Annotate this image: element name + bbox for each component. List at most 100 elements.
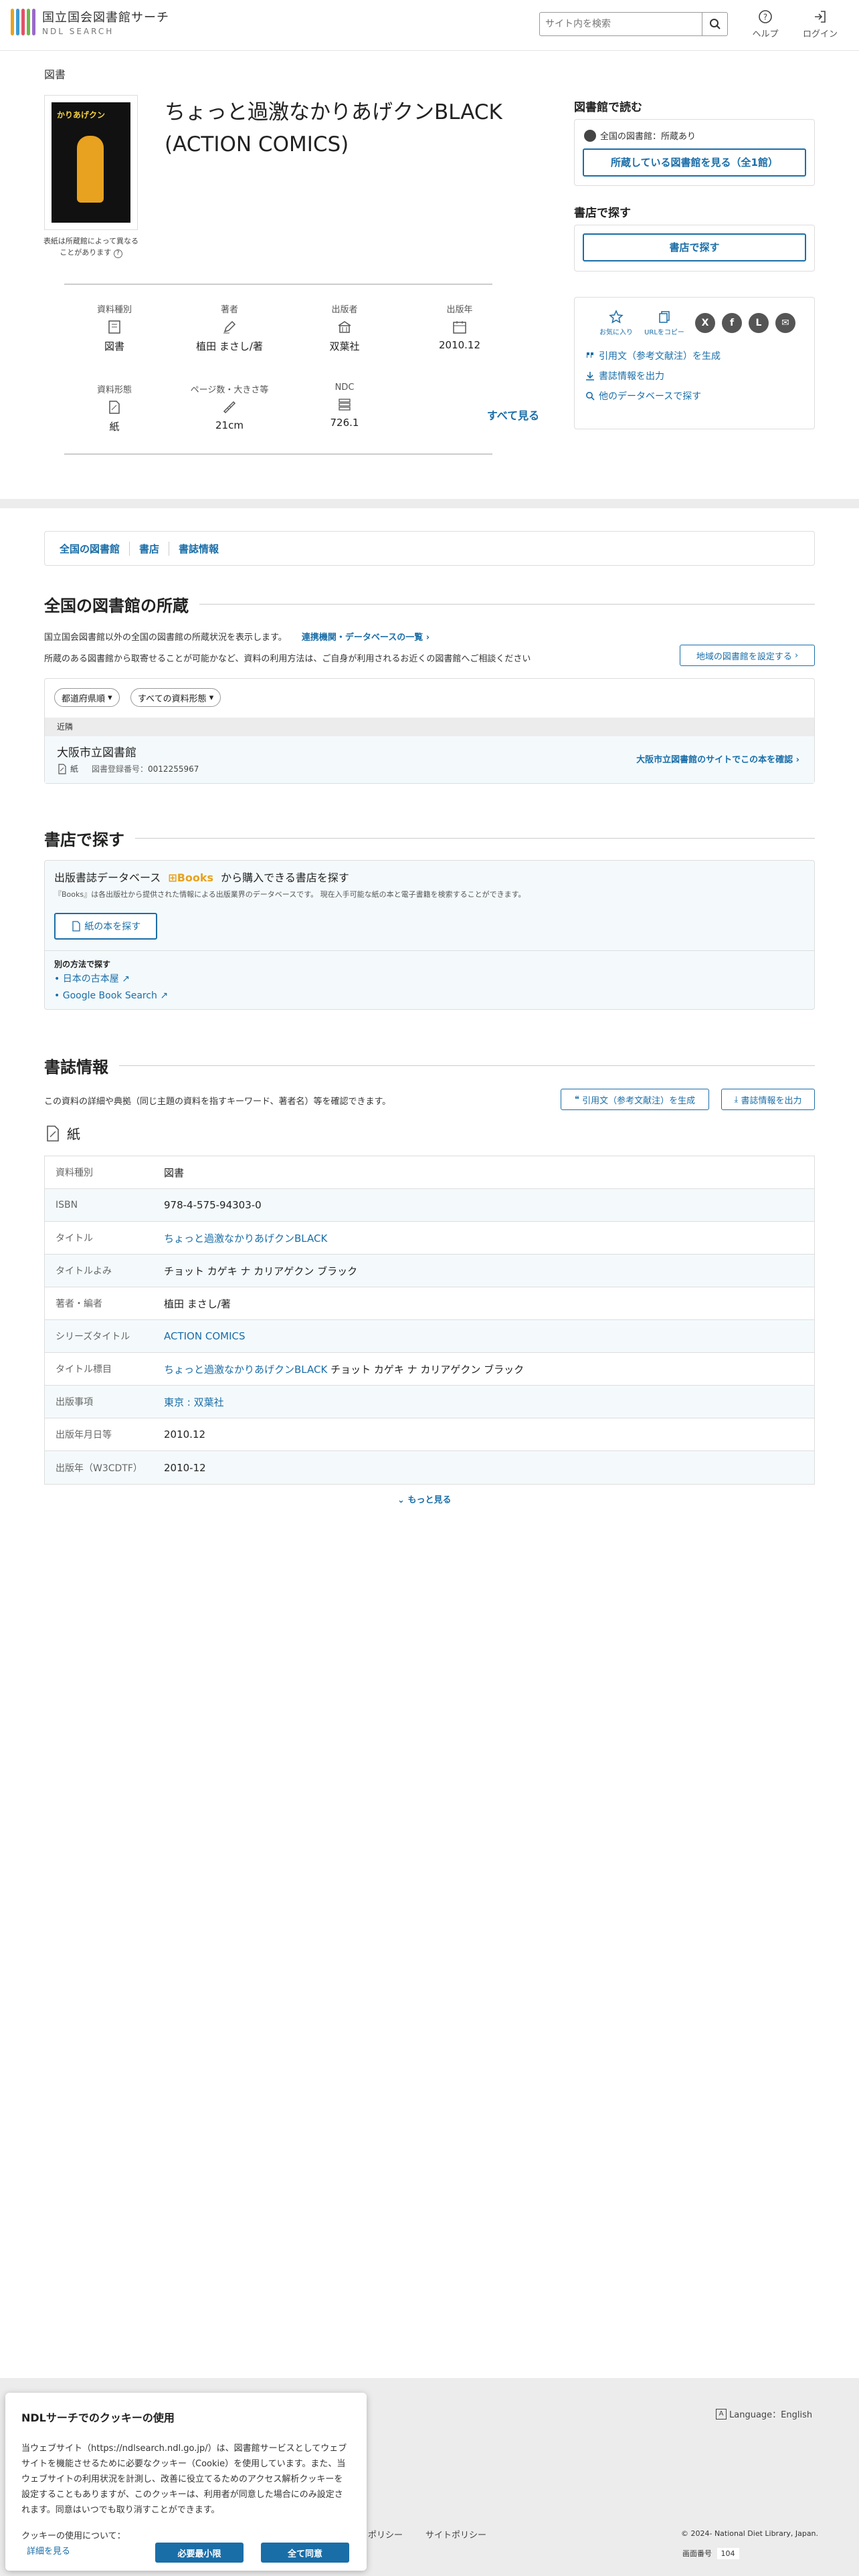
search-input[interactable] xyxy=(540,13,702,35)
read-at-library-heading: 図書館で読む xyxy=(574,101,642,114)
title-link[interactable]: ちょっと過激なかりあげクンBLACK xyxy=(164,1232,327,1245)
cover-title-text: かりあげクン xyxy=(57,110,106,120)
library-holding-detail: 紙 図書登録番号： 0012255967 xyxy=(57,763,199,774)
cover-image: かりあげクン xyxy=(52,102,130,223)
form-heading: 紙 xyxy=(44,1123,80,1143)
logo-title: 国立国会図書館サーチ xyxy=(42,11,169,25)
cookie-details-link[interactable]: 詳細を見る xyxy=(27,2544,70,2557)
bibliography-description: この資料の詳細や典拠（同じ主題の資料を指すキーワード、著者名）等を確認できます。 xyxy=(44,1097,391,1107)
help-icon: ? xyxy=(759,10,772,23)
see-all-link[interactable]: すべて見る xyxy=(463,407,563,423)
cookie-accept-all-button[interactable]: 全て同意 xyxy=(261,2543,349,2563)
site-search xyxy=(539,12,728,36)
library-box: 全国の図書館：所蔵あり 所蔵している図書館を見る（全1館） xyxy=(574,119,815,186)
bibliography-table: 資料種別 図書 ISBN 978-4-575-94303-0 タイトル ちょっと過激な… xyxy=(44,1156,815,1485)
logo-subtitle: NDL SEARCH xyxy=(42,27,114,36)
library-row: 大阪市立図書館 紙 図書登録番号： 0012255967 大阪市立図書館のサイト… xyxy=(45,736,814,783)
bib-generate-citation-button[interactable]: ❝ 引用文（参考文献注）を生成 xyxy=(561,1089,709,1110)
meta-year: 出版年 2010.12 xyxy=(438,305,481,351)
login-icon xyxy=(815,11,826,23)
meta-author: 著者 植田 まさし/著 xyxy=(196,305,263,352)
site-logo[interactable]: 国立国会図書館サーチ NDL SEARCH xyxy=(11,8,169,36)
anchor-libraries[interactable]: 全国の図書館 xyxy=(60,542,129,556)
login-button[interactable]: ログイン xyxy=(799,9,842,39)
bibliography-heading: 書誌情報 xyxy=(44,1054,815,1077)
books-logo: ⊞Books xyxy=(168,871,214,884)
copyright: © 2024- National Diet Library, Japan. xyxy=(681,2529,819,2538)
google-books-link[interactable]: • Google Book Search ↗ xyxy=(54,990,168,1001)
share-bar: お気に入り URLをコピー X f L ✉ xyxy=(575,298,814,336)
table-row: タイトル標目 ちょっと過激なかりあげクンBLACK チョット カゲキ ナ カリアゲ… xyxy=(45,1353,814,1386)
meta-form: 資料形態 紙 xyxy=(96,385,132,433)
material-type-dropdown[interactable]: すべての資料形態 ▾ xyxy=(130,688,221,707)
store-search-box: 出版書誌データベース ⊞Books から購入できる書店を探す 『Books』は各… xyxy=(44,860,815,1010)
language-switch[interactable]: A Language：English xyxy=(716,2407,812,2420)
libraries-description: 国立国会図書館以外の全国の図書館の所蔵状況を表示します。 連携機関・データベース… xyxy=(44,633,430,643)
table-row: ISBN 978-4-575-94303-0 xyxy=(45,1189,814,1222)
libraries-heading: 全国の図書館の所蔵 xyxy=(44,593,815,616)
view-holding-libraries-button[interactable]: 所蔵している図書館を見る（全1館） xyxy=(583,148,806,177)
other-database-link[interactable]: 他のデータベースで探す xyxy=(585,386,814,406)
export-bibliography-link[interactable]: 書誌情報を出力 xyxy=(585,366,814,386)
svg-text:?: ? xyxy=(763,13,767,22)
bib-export-button[interactable]: ⤓ 書誌情報を出力 xyxy=(721,1089,815,1110)
info-icon[interactable]: ? xyxy=(113,249,122,258)
kosho-link[interactable]: • 日本の古本屋 ↗ xyxy=(54,972,130,985)
library-holdings-list: 都道府県順 ▾ すべての資料形態 ▾ 近隣 大阪市立図書館 紙 図書登録番号： … xyxy=(44,678,815,784)
set-region-button[interactable]: 地域の図書館を設定する › xyxy=(680,645,815,666)
favorite-button[interactable]: お気に入り xyxy=(592,310,640,336)
copy-url-button[interactable]: URLをコピー xyxy=(640,310,688,336)
table-row: 資料種別 図書 xyxy=(45,1156,814,1189)
quote-icon xyxy=(587,352,593,358)
partner-list-link[interactable]: 連携機関・データベースの一覧 › xyxy=(302,633,430,643)
screen-number: 画面番号 104 xyxy=(682,2548,739,2559)
site-policy-link[interactable]: サイトポリシー xyxy=(425,2528,486,2541)
x-share-icon[interactable]: X xyxy=(695,313,715,333)
find-paper-book-button[interactable]: 紙の本を探す xyxy=(54,913,157,940)
mail-share-icon[interactable]: ✉ xyxy=(775,313,795,333)
anchor-bibliography[interactable]: 書誌情報 xyxy=(169,541,228,556)
find-store-button[interactable]: 書店で探す xyxy=(583,233,806,261)
search-button[interactable] xyxy=(702,13,727,35)
external-link-icon: ↗ xyxy=(122,974,130,984)
cookie-necessary-button[interactable]: 必要最小限 xyxy=(155,2543,244,2563)
prefecture-sort-dropdown[interactable]: 都道府県順 ▾ xyxy=(54,688,120,707)
line-share-icon[interactable]: L xyxy=(749,313,769,333)
paper-icon xyxy=(47,1125,59,1142)
table-row: シリーズタイトル ACTION COMICS xyxy=(45,1320,814,1353)
series-title-link[interactable]: ACTION COMICS xyxy=(164,1330,246,1342)
facebook-share-icon[interactable]: f xyxy=(722,313,742,333)
section-anchor-nav: 全国の図書館 書店 書誌情報 xyxy=(44,531,815,566)
anchor-stores[interactable]: 書店 xyxy=(129,541,169,556)
search-icon xyxy=(586,392,595,401)
help-button[interactable]: ? ヘルプ xyxy=(744,9,787,39)
generate-citation-link[interactable]: 引用文（参考文献注）を生成 xyxy=(585,346,814,366)
table-row: 出版年月日等 2010.12 xyxy=(45,1418,814,1451)
library-icon xyxy=(584,129,596,142)
table-row: タイトル ちょっと過激なかりあげクンBLACK xyxy=(45,1222,814,1255)
check-library-site-link[interactable]: 大阪市立図書館のサイトでこの本を確認 › xyxy=(636,752,799,765)
table-row: 出版年（W3CDTF） 2010-12 xyxy=(45,1451,814,1484)
pen-icon xyxy=(223,320,236,334)
publisher-link[interactable]: 東京 : 双葉社 xyxy=(164,1396,224,1408)
meta-publisher: 出版者 双葉社 xyxy=(329,305,360,352)
calendar-icon xyxy=(453,321,466,334)
book-cover[interactable]: かりあげクン xyxy=(44,95,138,230)
item-category: 図書 xyxy=(44,68,66,81)
show-more-link[interactable]: ⌄ もっと見る xyxy=(397,1493,451,1505)
building-icon xyxy=(338,321,351,333)
libraries-note: 所蔵のある図書館から取寄せることが可能かなど、資料の利用方法は、ご自身が利用され… xyxy=(44,654,531,664)
books-logo-icon: ⊞ xyxy=(168,871,177,884)
ruler-icon xyxy=(223,401,236,414)
logo-bars-icon xyxy=(11,9,35,35)
other-methods-heading: 別の方法で探す xyxy=(54,960,111,969)
chevron-down-icon: ⌄ xyxy=(397,1495,405,1505)
table-row: 著者・編者 植田 まさし/著 xyxy=(45,1287,814,1320)
library-name: 大阪市立図書館 xyxy=(57,746,136,760)
policy-link[interactable]: ポリシー xyxy=(368,2528,403,2541)
stores-heading: 書店で探す xyxy=(44,827,815,850)
help-label: ヘルプ xyxy=(752,29,779,39)
download-icon xyxy=(586,372,594,381)
copy-icon xyxy=(659,311,670,323)
title-heading-link[interactable]: ちょっと過激なかりあげクンBLACK xyxy=(164,1364,327,1376)
